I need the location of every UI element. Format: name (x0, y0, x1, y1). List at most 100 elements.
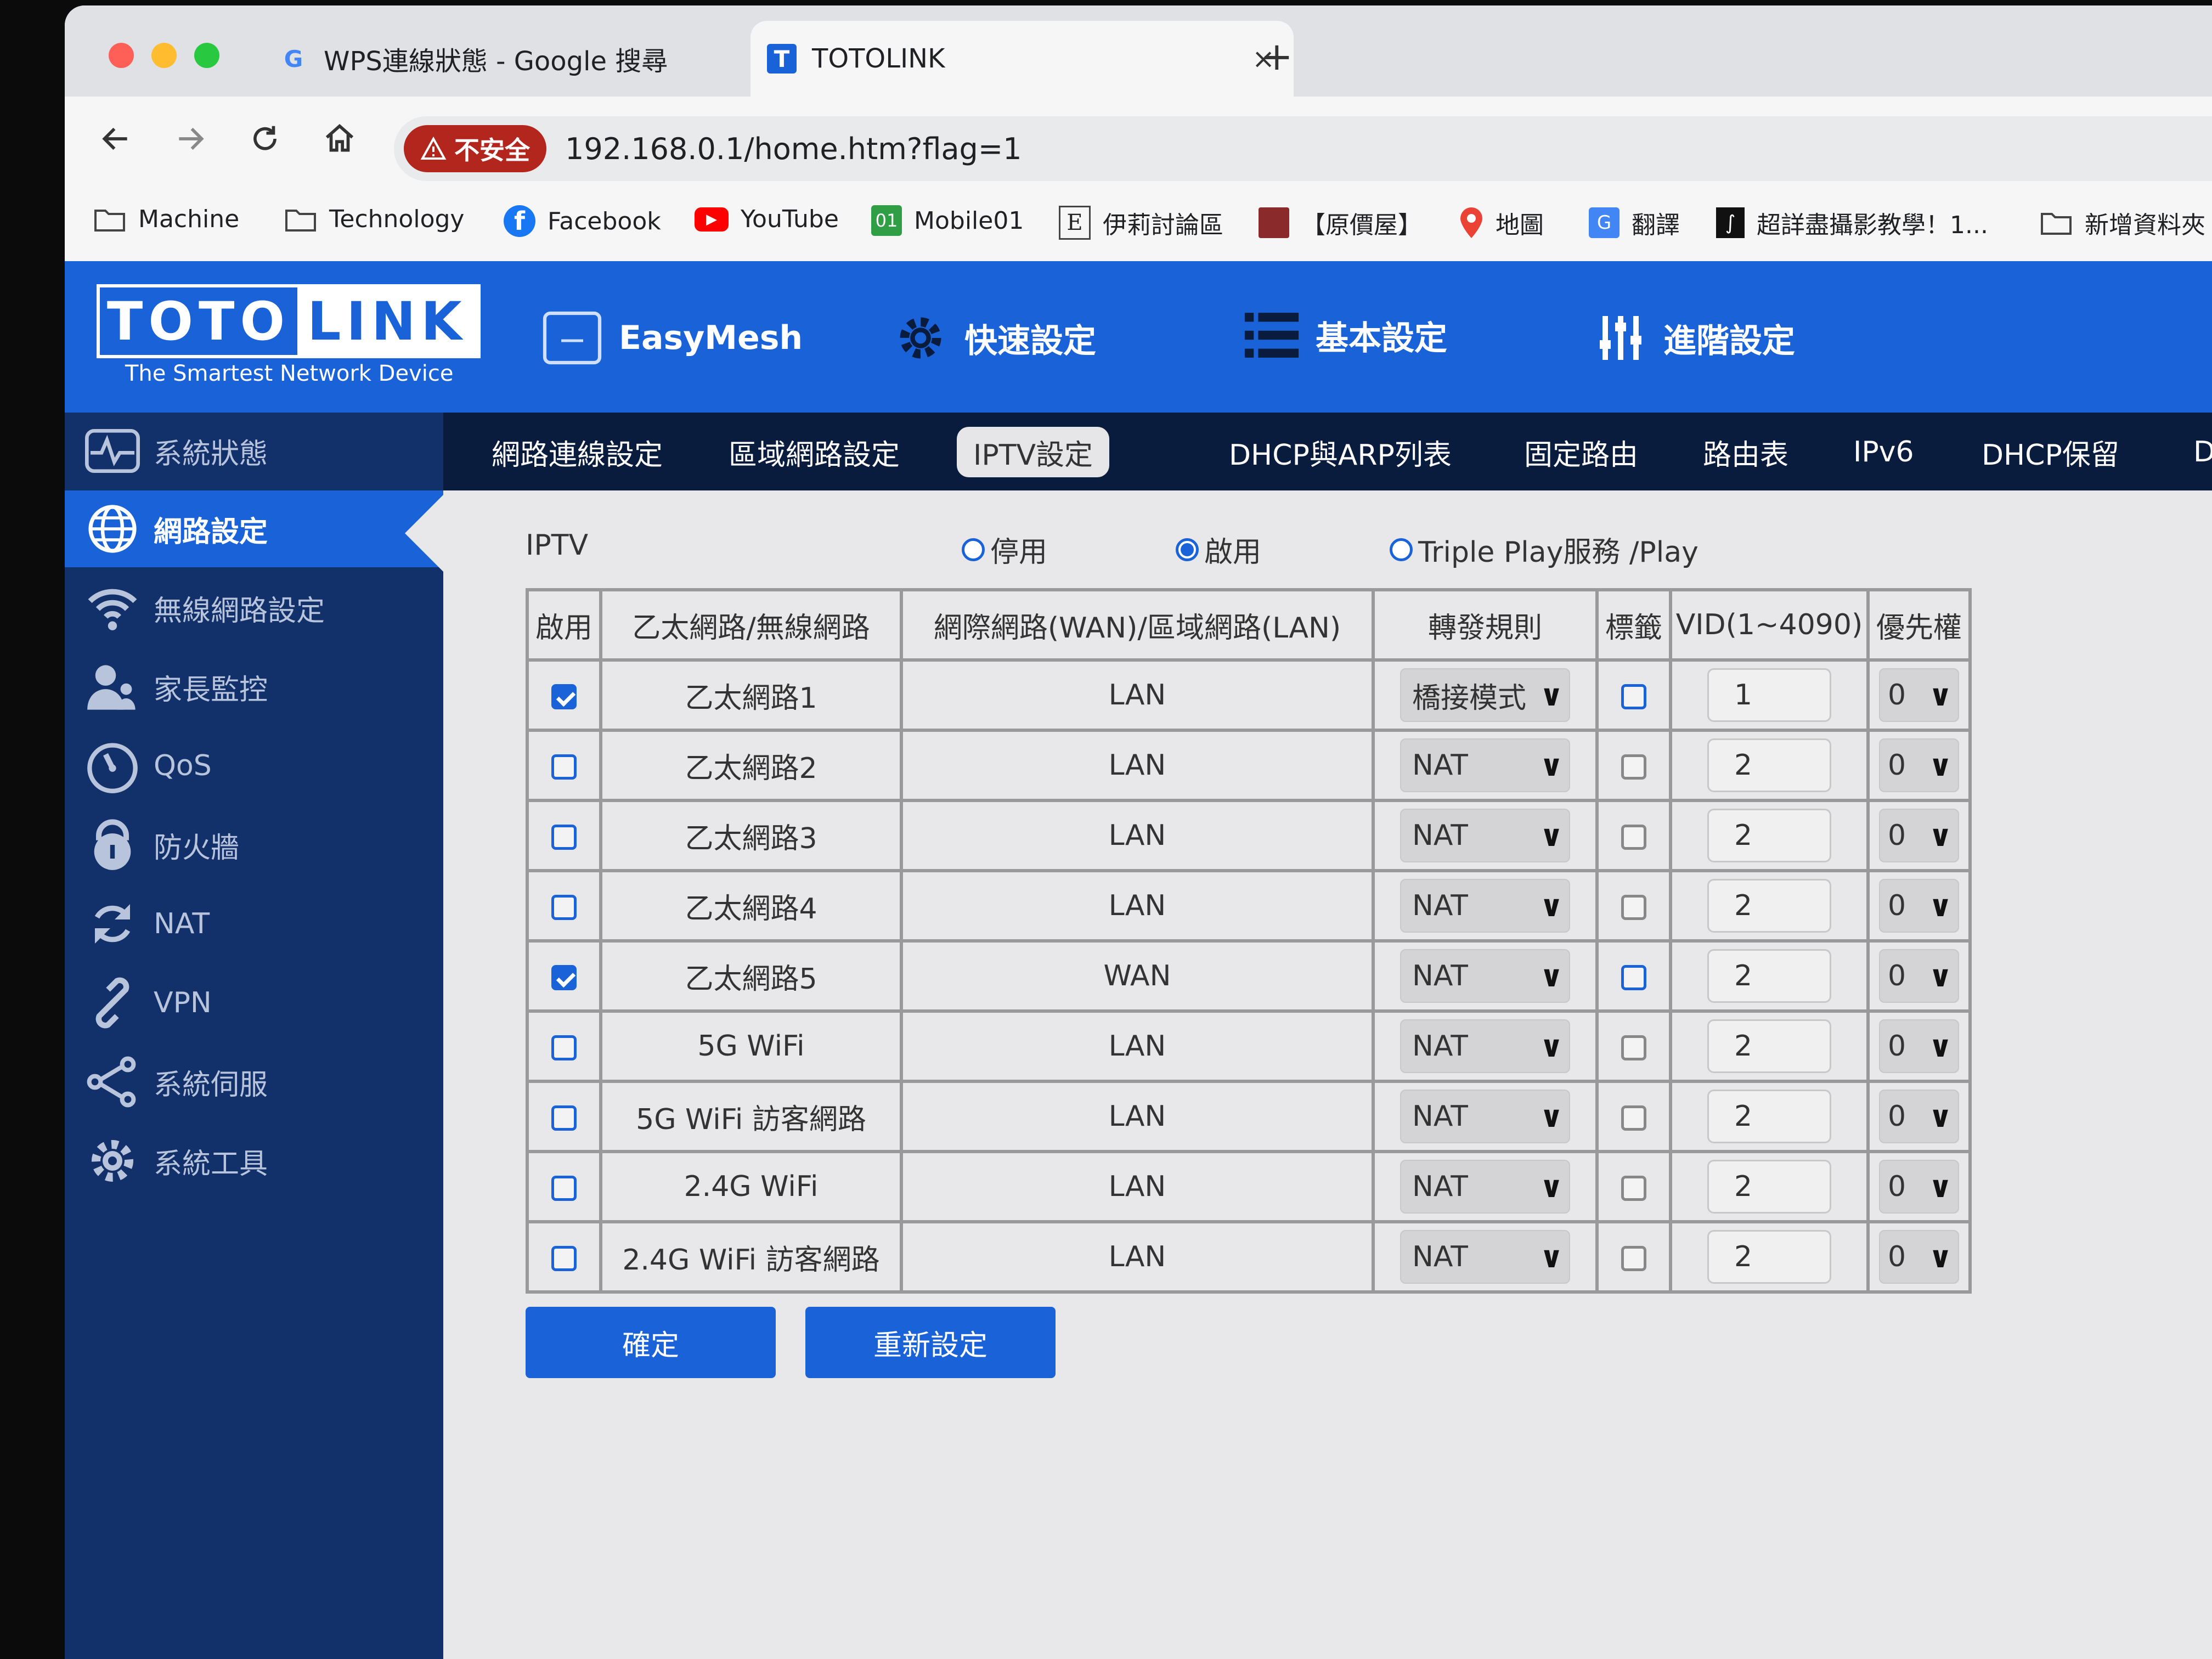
bookmark-facebook[interactable]: f Facebook (504, 205, 661, 237)
vid-input[interactable]: 2 (1707, 949, 1831, 1003)
forward-rule-select[interactable]: NAT ∨ (1400, 1160, 1570, 1214)
tab-ddns[interactable]: DDNS (2193, 427, 2212, 477)
bookmark-coolpc[interactable]: 【原價屋】 (1259, 205, 1422, 240)
enable-checkbox[interactable] (551, 825, 577, 850)
iptv-mode-disable[interactable]: 停用 (962, 529, 1047, 570)
bookmark-machine[interactable]: Machine (93, 205, 239, 233)
sidebar-item-system-service[interactable]: 系統伺服 (65, 1043, 443, 1120)
vid-input[interactable]: 2 (1707, 1019, 1831, 1073)
forward-rule-select[interactable]: 橋接模式 ∨ (1400, 668, 1570, 722)
tag-checkbox[interactable] (1621, 1105, 1646, 1131)
iptv-mode-triple-play[interactable]: Triple Play服務 /Play (1390, 529, 1699, 570)
home-button[interactable] (323, 122, 357, 164)
tag-checkbox[interactable] (1621, 1176, 1646, 1201)
tab-ipv6[interactable]: IPv6 (1853, 427, 1914, 477)
address-bar[interactable]: 不安全 192.168.0.1/home.htm?flag=1 (394, 116, 2212, 181)
sidebar-item-parental-control[interactable]: 家長監控 (65, 648, 443, 725)
back-button[interactable] (99, 122, 133, 164)
vid-input[interactable]: 1 (1707, 668, 1831, 722)
tab-static-route[interactable]: 固定路由 (1524, 427, 1638, 477)
minimize-window-button[interactable] (151, 43, 177, 68)
forward-rule-select[interactable]: NAT ∨ (1400, 1230, 1570, 1284)
bookmark-technology[interactable]: Technology (284, 205, 464, 233)
reload-button[interactable] (248, 122, 282, 164)
forward-rule-select[interactable]: NAT ∨ (1400, 1090, 1570, 1143)
forward-rule-select[interactable]: NAT ∨ (1400, 809, 1570, 862)
reset-button[interactable]: 重新設定 (805, 1307, 1056, 1378)
priority-select[interactable]: 0 ∨ (1879, 1090, 1959, 1143)
enable-checkbox[interactable] (551, 1105, 577, 1131)
iptv-mode-enable[interactable]: 啟用 (1176, 529, 1261, 570)
url-text[interactable]: 192.168.0.1/home.htm?flag=1 (565, 132, 1022, 166)
priority-select[interactable]: 0 ∨ (1879, 809, 1959, 862)
tag-checkbox[interactable] (1621, 825, 1646, 850)
sidebar-item-qos[interactable]: QoS (65, 727, 443, 804)
sidebar-item-nat[interactable]: NAT (65, 885, 443, 962)
vid-input[interactable]: 2 (1707, 809, 1831, 862)
vid-input[interactable]: 2 (1707, 1090, 1831, 1143)
sidebar-item-system-tools[interactable]: 系統工具 (65, 1122, 443, 1199)
tab-iptv-settings[interactable]: IPTV設定 (957, 427, 1110, 477)
topnav-quick-setup[interactable]: 快速設定 (893, 311, 1096, 365)
priority-select[interactable]: 0 ∨ (1879, 668, 1959, 722)
enable-checkbox[interactable] (551, 1035, 577, 1060)
tag-checkbox[interactable] (1621, 1035, 1646, 1060)
priority-select[interactable]: 0 ∨ (1879, 1230, 1959, 1284)
new-tab-button[interactable]: + (1261, 34, 1293, 79)
enable-checkbox[interactable] (551, 1246, 577, 1271)
tag-checkbox[interactable] (1621, 965, 1646, 990)
tab-wan-settings[interactable]: 網路連線設定 (492, 427, 663, 477)
sidebar-item-vpn[interactable]: VPN (65, 964, 443, 1041)
bookmark-youtube[interactable]: ▶ YouTube (695, 205, 839, 233)
enable-checkbox[interactable] (551, 1176, 577, 1201)
sidebar-item-wireless-settings[interactable]: 無線網路設定 (65, 569, 443, 646)
tab-dhcp-arp-list[interactable]: DHCP與ARP列表 (1229, 427, 1452, 477)
radio-button[interactable] (962, 538, 985, 561)
forward-button[interactable] (173, 122, 207, 164)
maximize-window-button[interactable] (194, 43, 219, 68)
tab-routing-table[interactable]: 路由表 (1703, 427, 1788, 477)
bookmark-new-folder[interactable]: 新增資料夾 (2040, 205, 2205, 240)
vid-input[interactable]: 2 (1707, 1160, 1831, 1214)
vid-input[interactable]: 2 (1707, 738, 1831, 792)
priority-select[interactable]: 0 ∨ (1879, 1019, 1959, 1073)
vid-input[interactable]: 2 (1707, 1230, 1831, 1284)
browser-tab-totolink[interactable]: T TOTOLINK × (751, 21, 1294, 97)
confirm-button[interactable]: 確定 (526, 1307, 776, 1378)
enable-checkbox[interactable] (551, 895, 577, 920)
tab-dhcp-reservation[interactable]: DHCP保留 (1982, 427, 2119, 477)
sidebar-item-system-status[interactable]: 系統狀態 (65, 413, 443, 489)
sidebar-item-network-settings[interactable]: 網路設定 (65, 490, 443, 567)
vid-input[interactable]: 2 (1707, 879, 1831, 933)
bookmark-photography[interactable]: ∫ 超詳盡攝影教學！1... (1716, 205, 1988, 240)
bookmark-maps[interactable]: 地圖 (1459, 205, 1544, 240)
radio-button[interactable] (1176, 538, 1199, 561)
tag-checkbox[interactable] (1621, 1246, 1646, 1271)
priority-select[interactable]: 0 ∨ (1879, 949, 1959, 1003)
enable-checkbox[interactable] (551, 965, 577, 990)
bookmark-mobile01[interactable]: 01 Mobile01 (871, 205, 1024, 236)
sidebar-item-firewall[interactable]: 防火牆 (65, 806, 443, 883)
topnav-easymesh[interactable]: EasyMesh (542, 311, 803, 365)
bookmark-translate[interactable]: G 翻譯 (1589, 205, 1680, 240)
tag-checkbox[interactable] (1621, 754, 1646, 780)
tab-lan-settings[interactable]: 區域網路設定 (729, 427, 900, 477)
enable-checkbox[interactable] (551, 754, 577, 780)
topnav-basic-setup[interactable]: 基本設定 (1244, 311, 1447, 360)
tag-checkbox[interactable] (1621, 684, 1646, 709)
topnav-advanced-setup[interactable]: 進階設定 (1594, 311, 1795, 365)
security-badge[interactable]: 不安全 (404, 125, 546, 172)
bookmark-eyny[interactable]: E 伊莉討論區 (1059, 205, 1223, 240)
forward-rule-select[interactable]: NAT ∨ (1400, 879, 1570, 933)
priority-select[interactable]: 0 ∨ (1879, 1160, 1959, 1214)
browser-tab-google[interactable]: G WPS連線狀態 - Google 搜尋 × (262, 21, 794, 97)
radio-button[interactable] (1390, 538, 1413, 561)
close-window-button[interactable] (109, 43, 134, 68)
priority-select[interactable]: 0 ∨ (1879, 738, 1959, 792)
enable-checkbox[interactable] (551, 684, 577, 709)
tag-checkbox[interactable] (1621, 895, 1646, 920)
forward-rule-select[interactable]: NAT ∨ (1400, 949, 1570, 1003)
priority-select[interactable]: 0 ∨ (1879, 879, 1959, 933)
forward-rule-select[interactable]: NAT ∨ (1400, 738, 1570, 792)
forward-rule-select[interactable]: NAT ∨ (1400, 1019, 1570, 1073)
